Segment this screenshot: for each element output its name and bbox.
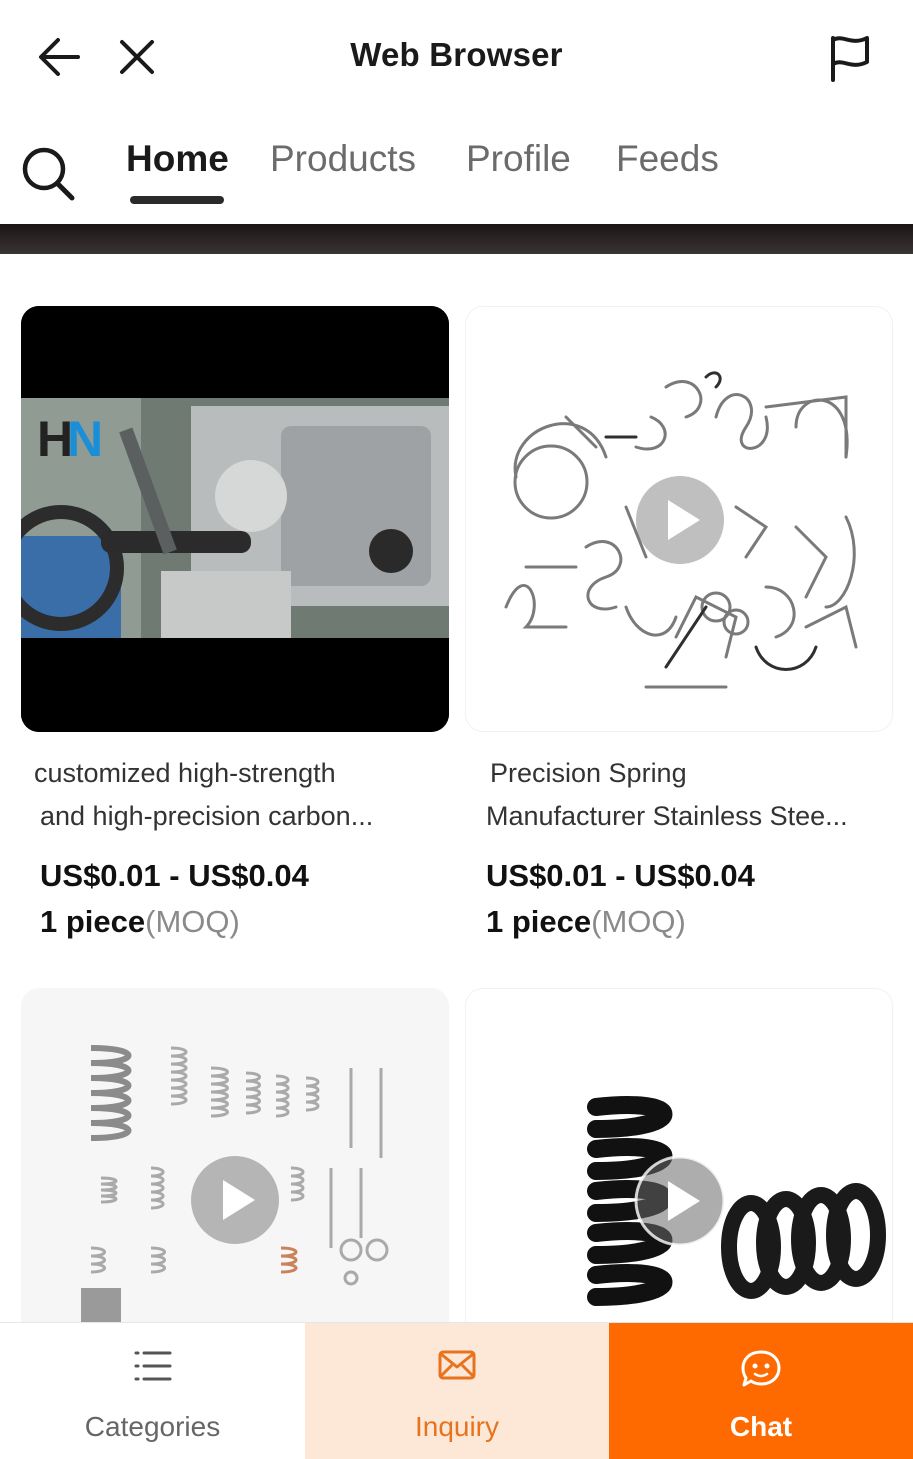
product-video-thumbnail[interactable]: H N [21, 306, 449, 732]
categories-button[interactable]: Categories [0, 1323, 305, 1459]
chat-button[interactable]: Chat [609, 1323, 913, 1459]
tab-products[interactable]: Products [270, 138, 416, 180]
product-video-thumbnail[interactable] [465, 988, 893, 1322]
tab-home[interactable]: Home [126, 138, 229, 180]
product-title-line2[interactable]: Manufacturer Stainless Stee... [486, 795, 886, 838]
moq-quantity: 1 piece [40, 904, 146, 939]
inquiry-button[interactable]: Inquiry [305, 1323, 609, 1459]
product-title-line1[interactable]: customized high-strength [34, 752, 434, 795]
tab-bar: Home Products Profile Feeds [0, 112, 913, 224]
bottom-action-bar: Categories Inquiry Chat [0, 1322, 913, 1459]
svg-text:N: N [67, 411, 103, 467]
product-title-line2[interactable]: and high-precision carbon... [40, 795, 440, 838]
tab-profile[interactable]: Profile [466, 138, 571, 180]
categories-label: Categories [84, 1411, 221, 1442]
product-moq: 1 piece(MOQ) [40, 904, 240, 940]
chat-bubble-icon [740, 1349, 782, 1394]
tab-feeds[interactable]: Feeds [616, 138, 719, 180]
mail-icon [437, 1349, 477, 1386]
moq-quantity: 1 piece [486, 904, 592, 939]
top-bar: Web Browser [0, 0, 913, 112]
product-title-line1[interactable]: Precision Spring [490, 752, 890, 795]
product-price: US$0.01 - US$0.04 [486, 858, 755, 893]
product-moq: 1 piece(MOQ) [486, 904, 686, 940]
list-icon [133, 1349, 173, 1388]
product-price: US$0.01 - US$0.04 [40, 858, 309, 893]
product-video-thumbnail[interactable] [465, 306, 893, 732]
moq-label: (MOQ) [145, 904, 240, 939]
active-tab-indicator [130, 196, 224, 204]
chat-label: Chat [729, 1411, 793, 1442]
search-icon[interactable] [18, 142, 78, 204]
product-video-thumbnail[interactable] [21, 988, 449, 1322]
inquiry-label: Inquiry [414, 1411, 500, 1442]
page-title: Web Browser [350, 36, 563, 73]
banner-strip [0, 224, 913, 254]
flag-icon[interactable] [822, 30, 878, 86]
moq-label: (MOQ) [591, 904, 686, 939]
